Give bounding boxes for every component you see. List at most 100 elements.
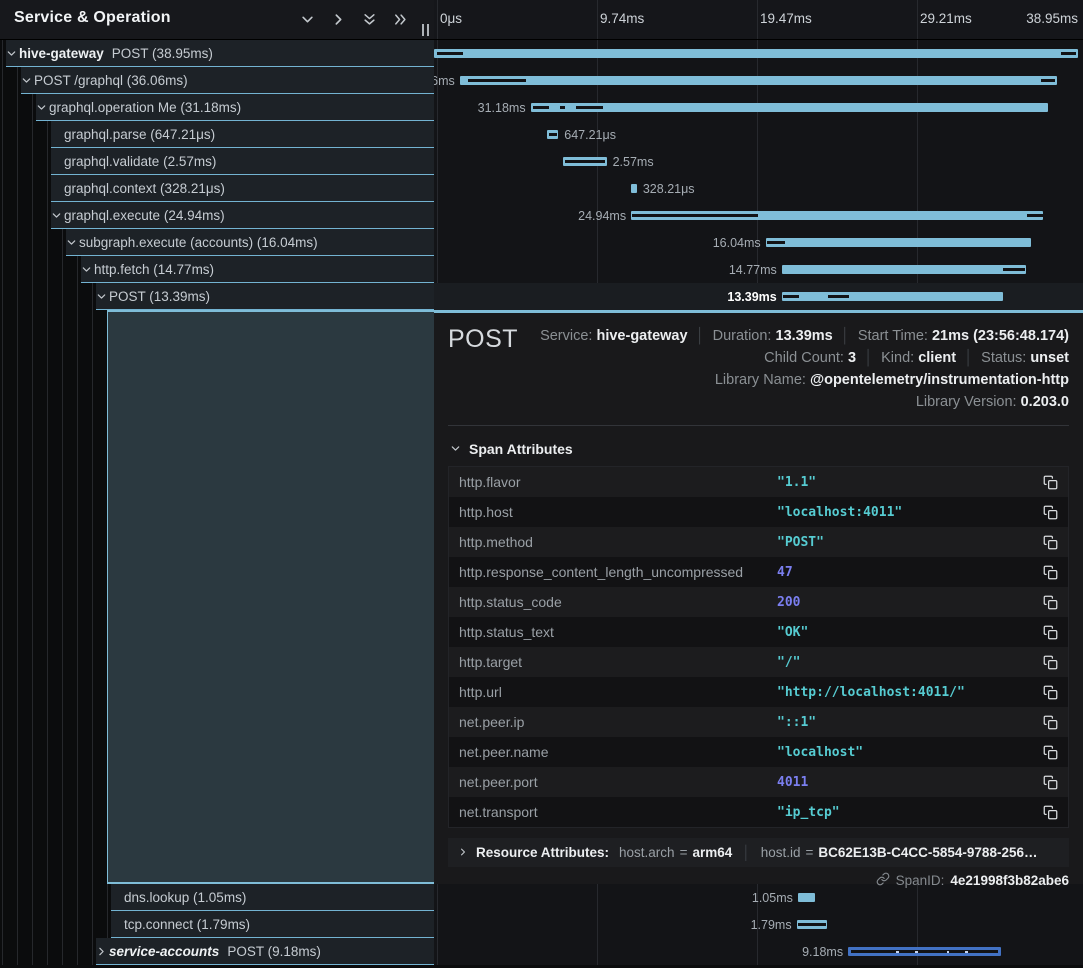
detail-divider <box>448 425 1069 426</box>
copy-attribute-button[interactable] <box>1043 595 1058 610</box>
span-timeline-row[interactable]: 647.21μs <box>434 121 1083 148</box>
span-tree-row[interactable]: POST /graphql (36.06ms) <box>0 67 434 94</box>
span-timeline-row[interactable]: 24.94ms <box>434 202 1083 229</box>
chevron-right-icon[interactable] <box>96 938 107 965</box>
event-dot <box>896 951 899 954</box>
span-tree-row-content[interactable]: tcp.connect (1.79ms) <box>111 911 434 938</box>
span-tree-row-content[interactable]: service-accountsPOST (9.18ms) <box>96 938 434 965</box>
span-timeline-row[interactable]: 36.06ms <box>434 67 1083 94</box>
span-id-value: 4e21998f3b82abe6 <box>950 873 1069 888</box>
chevron-down-icon[interactable] <box>96 283 107 310</box>
span-tree-row[interactable]: graphql.parse (647.21μs) <box>0 121 434 148</box>
span-tree-row-content[interactable]: graphql.validate (2.57ms) <box>51 148 434 175</box>
span-tree-row-content[interactable]: subgraph.execute (accounts) (16.04ms) <box>66 229 434 256</box>
span-bar[interactable] <box>766 238 1031 247</box>
span-tree-row[interactable]: POST (13.39ms) <box>0 283 434 310</box>
ruler-tick-label: 0μs <box>440 11 462 26</box>
child-span-tick <box>533 106 549 109</box>
child-span-tick <box>828 295 849 298</box>
span-bar[interactable] <box>434 49 1078 58</box>
span-tree-row-content[interactable]: hive-gatewayPOST (38.95ms) <box>6 40 434 67</box>
span-bar[interactable] <box>782 265 1026 274</box>
span-timeline-row[interactable]: 2.57ms <box>434 148 1083 175</box>
copy-attribute-button[interactable] <box>1043 535 1058 550</box>
copy-attribute-button[interactable] <box>1043 805 1058 820</box>
copy-attribute-button[interactable] <box>1043 775 1058 790</box>
copy-attribute-button[interactable] <box>1043 655 1058 670</box>
service-name: service-accounts <box>109 944 219 959</box>
span-timeline-row[interactable]: 13.39ms <box>434 283 1083 310</box>
span-timeline-row[interactable]: 14.77ms <box>434 256 1083 283</box>
collapse-controls <box>299 11 408 27</box>
span-timeline-inner: 647.21μs <box>434 121 1078 148</box>
span-tree-row-content[interactable]: POST /graphql (36.06ms) <box>21 67 434 94</box>
chevron-down-icon[interactable] <box>51 202 62 229</box>
span-tree-row[interactable]: graphql.execute (24.94ms) <box>0 202 434 229</box>
span-tree-row[interactable]: tcp.connect (1.79ms) <box>0 911 434 938</box>
span-timeline-inner: 16.04ms <box>434 229 1078 256</box>
child-span-tick <box>565 160 606 163</box>
span-detail-header: POST Service: hive-gateway│Duration: 13.… <box>434 313 1083 413</box>
span-tree-row[interactable]: subgraph.execute (accounts) (16.04ms) <box>0 229 434 256</box>
span-tree-row[interactable]: dns.lookup (1.05ms) <box>0 884 434 911</box>
span-bar[interactable] <box>798 893 815 902</box>
ruler-tick-label: 19.47ms <box>760 11 812 26</box>
span-tree-row-content[interactable]: dns.lookup (1.05ms) <box>111 884 434 911</box>
chevron-right-icon <box>458 845 468 860</box>
resource-value: BC62E13B-C4CC-5854-9788-256… <box>818 845 1037 860</box>
copy-attribute-button[interactable] <box>1043 565 1058 580</box>
span-tree-row[interactable]: graphql.context (328.21μs) <box>0 175 434 202</box>
copy-attribute-button[interactable] <box>1043 505 1058 520</box>
span-timeline-row[interactable]: 9.18ms <box>434 938 1083 965</box>
span-tree-row[interactable]: graphql.operation Me (31.18ms) <box>0 94 434 121</box>
span-duration-label: 36.06ms <box>434 74 455 88</box>
link-icon[interactable] <box>876 872 890 889</box>
span-timeline-row[interactable]: 16.04ms <box>434 229 1083 256</box>
chevron-down-icon[interactable] <box>6 40 17 67</box>
copy-attribute-button[interactable] <box>1043 685 1058 700</box>
span-bar[interactable] <box>460 76 1057 85</box>
indent-gutter <box>0 175 51 202</box>
detail-field-value: client <box>918 350 956 366</box>
chevron-down-icon[interactable] <box>299 11 315 27</box>
span-timeline-row[interactable]: 31.18ms <box>434 94 1083 121</box>
resource-key: host.id <box>761 845 801 860</box>
operation-label: POST (38.95ms) <box>112 46 213 61</box>
copy-attribute-button[interactable] <box>1043 625 1058 640</box>
resource-attributes-row[interactable]: Resource Attributes:host.arch=arm64│host… <box>448 838 1069 867</box>
span-tree-row-content[interactable]: graphql.context (328.21μs) <box>51 175 434 202</box>
chevron-down-icon[interactable] <box>66 229 77 256</box>
span-tree-row[interactable]: hive-gatewayPOST (38.95ms) <box>0 40 434 67</box>
attribute-row: net.transport"ip_tcp" <box>449 797 1068 827</box>
detail-field-label: Kind: <box>881 350 918 366</box>
indent-gutter <box>0 884 111 911</box>
span-tree-row-content[interactable]: graphql.parse (647.21μs) <box>51 121 434 148</box>
span-bar[interactable] <box>631 184 637 193</box>
span-timeline-row[interactable]: 328.21μs <box>434 175 1083 202</box>
chevron-down-icon[interactable] <box>21 67 32 94</box>
column-resize-handle[interactable] <box>422 24 429 36</box>
span-tree-row-content[interactable]: POST (13.39ms) <box>96 283 434 310</box>
double-chevron-right-icon[interactable] <box>392 11 408 27</box>
span-attributes-header[interactable]: Span Attributes <box>450 441 1069 457</box>
double-chevron-down-icon[interactable] <box>361 11 377 27</box>
span-tree-row-content[interactable]: graphql.execute (24.94ms) <box>51 202 434 229</box>
tree-header-title: Service & Operation <box>14 9 171 27</box>
chevron-down-icon[interactable] <box>81 256 92 283</box>
copy-attribute-button[interactable] <box>1043 745 1058 760</box>
copy-attribute-button[interactable] <box>1043 475 1058 490</box>
span-tree-row[interactable]: service-accountsPOST (9.18ms) <box>0 938 434 965</box>
span-bar[interactable] <box>782 292 1004 301</box>
span-tree-row-content[interactable]: http.fetch (14.77ms) <box>81 256 434 283</box>
span-tree-row[interactable]: http.fetch (14.77ms) <box>0 256 434 283</box>
span-tree-row-content[interactable]: graphql.operation Me (31.18ms) <box>36 94 434 121</box>
span-tree-row[interactable]: graphql.validate (2.57ms) <box>0 148 434 175</box>
span-timeline-row[interactable]: 38.95ms <box>434 40 1083 67</box>
copy-attribute-button[interactable] <box>1043 715 1058 730</box>
indent-gutter <box>0 229 66 256</box>
chevron-right-icon[interactable] <box>330 11 346 27</box>
chevron-down-icon[interactable] <box>36 94 47 121</box>
span-bar[interactable] <box>531 103 1048 112</box>
timeline-ruler[interactable]: 0μs9.74ms19.47ms29.21ms38.95ms <box>434 0 1083 40</box>
span-timeline-row[interactable]: 1.79ms <box>434 911 1083 938</box>
